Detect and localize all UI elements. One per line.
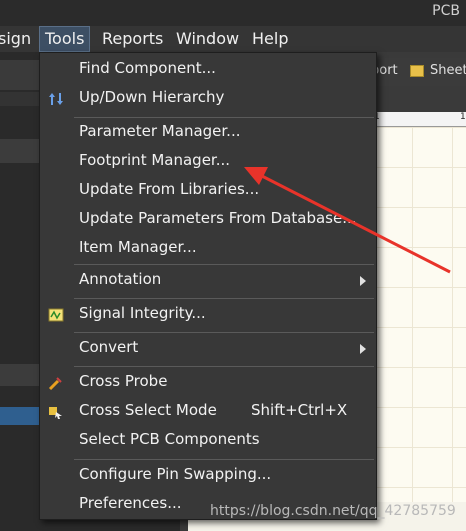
menu-item-up-down-hierarchy[interactable]: Up/Down Hierarchy (40, 85, 376, 113)
ruler-tick-right: 1 (460, 112, 466, 122)
menu-item-label: Parameter Manager... (79, 122, 241, 140)
menu-reports[interactable]: Reports (96, 29, 169, 49)
menu-separator (74, 366, 374, 367)
cross-select-icon (49, 407, 62, 419)
sheet-tool[interactable]: Sheet (430, 63, 466, 78)
menu-item-footprint-manager[interactable]: Footprint Manager... (40, 148, 376, 176)
menu-item-configure-pin-swapping[interactable]: Configure Pin Swapping... (40, 462, 376, 490)
menu-separator (74, 264, 374, 265)
menu-item-update-from-libraries[interactable]: Update From Libraries... (40, 177, 376, 205)
menu-item-item-manager[interactable]: Item Manager... (40, 235, 376, 263)
menu-item-label: Cross Select Mode (79, 401, 217, 419)
tools-dropdown-menu: Find Component... Up/Down Hierarchy Para… (39, 52, 377, 520)
menu-item-cross-select-mode[interactable]: Cross Select Mode Shift+Ctrl+X (40, 398, 376, 426)
menu-item-label: Select PCB Components (79, 430, 260, 448)
menu-item-select-pcb-components[interactable]: Select PCB Components (40, 427, 376, 455)
menu-separator (74, 117, 374, 118)
menu-item-label: Update From Libraries... (79, 180, 260, 198)
menu-separator (74, 332, 374, 333)
schematic-canvas[interactable] (372, 127, 466, 531)
menu-item-label: Cross Probe (79, 372, 168, 390)
menu-item-label: Find Component... (79, 59, 216, 77)
menu-window[interactable]: Window (170, 29, 245, 49)
menu-item-find-component[interactable]: Find Component... (40, 56, 376, 84)
menu-item-label: Item Manager... (79, 238, 197, 256)
cross-probe-icon (48, 377, 62, 391)
menu-separator (74, 298, 374, 299)
window-title: PCB (432, 3, 460, 19)
menu-item-parameter-manager[interactable]: Parameter Manager... (40, 119, 376, 147)
menu-tools[interactable]: Tools (39, 26, 91, 52)
menu-item-label: Signal Integrity... (79, 304, 206, 322)
menu-item-label: Convert (79, 338, 139, 356)
menu-item-annotation[interactable]: Annotation (40, 267, 376, 295)
menu-item-label: Update Parameters From Database... (79, 209, 357, 227)
ruler (372, 112, 466, 127)
sheet-icon (410, 65, 424, 77)
menu-item-label: Up/Down Hierarchy (79, 88, 225, 106)
submenu-arrow-icon (360, 276, 366, 286)
menu-item-label: Footprint Manager... (79, 151, 231, 169)
submenu-arrow-icon (360, 344, 366, 354)
title-bar: PCB (0, 0, 466, 26)
hierarchy-arrows-icon (49, 93, 63, 105)
menu-item-signal-integrity[interactable]: Signal Integrity... (40, 301, 376, 329)
menu-item-convert[interactable]: Convert (40, 335, 376, 363)
signal-integrity-icon (48, 308, 64, 322)
menu-separator (74, 459, 374, 460)
menu-item-cross-probe[interactable]: Cross Probe (40, 369, 376, 397)
menu-design[interactable]: sign (0, 29, 37, 49)
menu-item-shortcut: Shift+Ctrl+X (251, 401, 348, 419)
menu-item-label: Preferences... (79, 494, 182, 512)
menu-item-label: Annotation (79, 270, 162, 288)
watermark: https://blog.csdn.net/qq_42785759 (210, 503, 456, 519)
menu-item-label: Configure Pin Swapping... (79, 465, 272, 483)
menu-item-update-parameters-from-database[interactable]: Update Parameters From Database... (40, 206, 376, 234)
menu-bar: sign Tools Reports Window Help (0, 26, 466, 52)
menu-help[interactable]: Help (246, 29, 294, 49)
